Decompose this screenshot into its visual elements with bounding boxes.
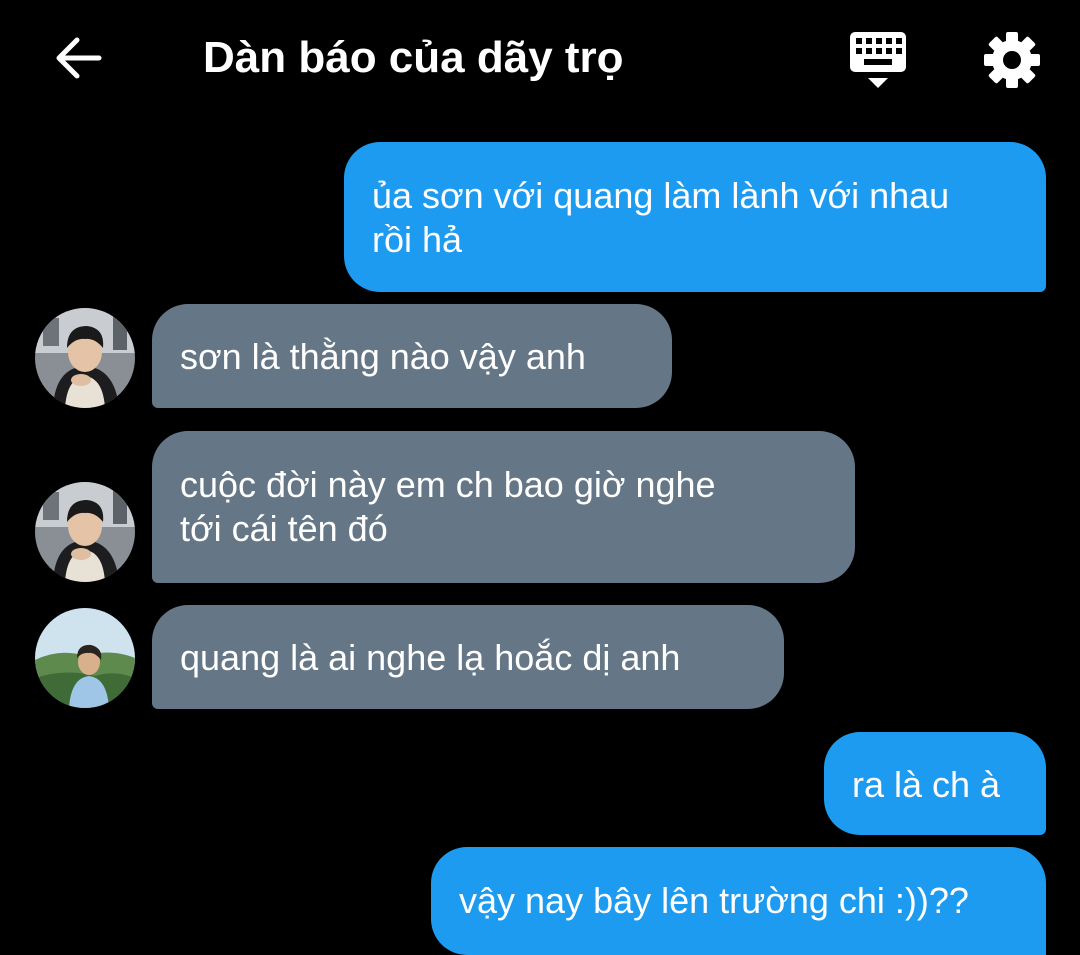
gear-icon <box>984 32 1040 88</box>
chat-header: Dàn báo của dãy trọ <box>0 0 1080 120</box>
message-line: vậy nay bây lên trường chi :))?? <box>459 880 969 921</box>
message-bubble-outgoing[interactable]: ủa sơn với quang làm lành với nhau rồi h… <box>344 142 1046 292</box>
keyboard-button[interactable] <box>846 28 910 92</box>
message-line: sơn là thằng nào vậy anh <box>180 336 586 377</box>
chat-title: Dàn báo của dãy trọ <box>203 33 624 82</box>
arrow-left-icon <box>56 37 102 79</box>
message-line: tới cái tên đó <box>180 508 388 549</box>
settings-button[interactable] <box>980 28 1044 92</box>
message-line: ra là ch à <box>852 764 1001 805</box>
message-line: cuộc đời này em ch bao giờ nghe <box>180 464 716 505</box>
message-line: ủa sơn với quang làm lành với nhau <box>372 175 950 216</box>
message-bubble-incoming[interactable]: sơn là thằng nào vậy anh <box>152 304 672 408</box>
message-line: quang là ai nghe lạ hoắc dị anh <box>180 637 681 678</box>
message-line: rồi hả <box>372 219 463 260</box>
back-button[interactable] <box>48 28 108 88</box>
message-bubble-outgoing[interactable]: ra là ch à <box>824 732 1046 835</box>
message-bubble-outgoing[interactable]: vậy nay bây lên trường chi :))?? <box>431 847 1046 955</box>
avatar[interactable] <box>35 608 135 708</box>
avatar[interactable] <box>35 482 135 582</box>
avatar[interactable] <box>35 308 135 408</box>
message-bubble-incoming[interactable]: quang là ai nghe lạ hoắc dị anh <box>152 605 784 709</box>
keyboard-icon <box>850 32 906 88</box>
message-bubble-incoming[interactable]: cuộc đời này em ch bao giờ nghe tới cái … <box>152 431 855 583</box>
